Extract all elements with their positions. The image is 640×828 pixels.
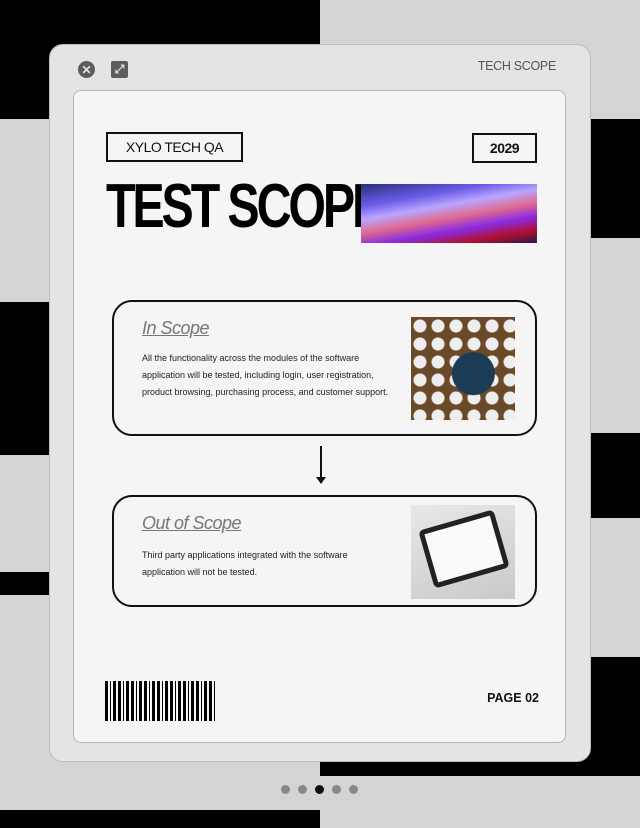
out-of-scope-card: Out of Scope Third party applications in… (112, 495, 537, 607)
phone-photo (411, 317, 515, 420)
in-scope-heading: In Scope (142, 318, 210, 338)
arrow-down-icon (316, 446, 326, 484)
page-dot-2[interactable] (298, 785, 307, 794)
brand-label: XYLO TECH QA (106, 132, 243, 162)
out-of-scope-heading: Out of Scope (142, 513, 242, 533)
window-title: TECH SCOPE (477, 59, 557, 73)
close-icon[interactable]: ✕ (78, 61, 95, 78)
in-scope-text: All the functionality across the modules… (142, 353, 389, 397)
expand-icon[interactable]: ⤢ (111, 61, 128, 78)
pagination-dots (281, 785, 358, 794)
tablet-icon (418, 509, 510, 589)
hero-image (361, 184, 537, 243)
barcode (105, 681, 215, 721)
page-title: TEST SCOPE (106, 172, 384, 241)
page-dot-4[interactable] (332, 785, 341, 794)
background-block (0, 810, 320, 828)
tablet-photo (411, 505, 515, 599)
page-dot-3-active[interactable] (315, 785, 324, 794)
viewer-window: ✕ ⤢ TECH SCOPE XYLO TECH QA 2029 TEST SC… (49, 44, 591, 762)
page-dot-1[interactable] (281, 785, 290, 794)
in-scope-card: In Scope All the functionality across th… (112, 300, 537, 436)
out-of-scope-text: Third party applications integrated with… (142, 550, 348, 577)
year-label: 2029 (472, 133, 537, 163)
page-number: PAGE 02 (487, 691, 539, 705)
page-dot-5[interactable] (349, 785, 358, 794)
document-page: XYLO TECH QA 2029 TEST SCOPE In Scope Al… (73, 90, 566, 743)
